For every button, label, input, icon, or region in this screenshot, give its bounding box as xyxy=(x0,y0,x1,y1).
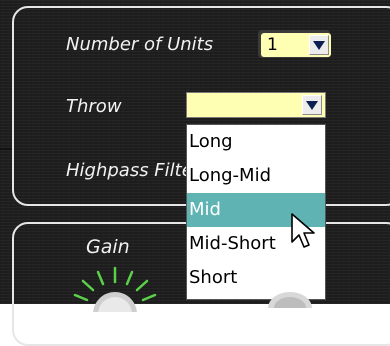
dropdown-arrow-icon[interactable] xyxy=(309,35,329,55)
pointer-cursor-icon xyxy=(291,213,315,248)
secondary-knob-icon[interactable] xyxy=(262,282,318,308)
number-of-units-select[interactable]: 1 xyxy=(261,33,331,57)
throw-select[interactable] xyxy=(186,92,326,118)
throw-label: Throw xyxy=(66,96,122,117)
gain-label: Gain xyxy=(86,236,130,258)
gain-knob-icon[interactable] xyxy=(70,262,160,312)
throw-option-long-mid[interactable]: Long-Mid xyxy=(187,159,325,193)
number-of-units-value: 1 xyxy=(267,35,278,55)
number-of-units-label: Number of Units xyxy=(66,34,214,55)
highpass-filter-label: Highpass Filter xyxy=(66,160,188,181)
dropdown-arrow-icon[interactable] xyxy=(302,95,322,115)
throw-option-long[interactable]: Long xyxy=(187,125,325,159)
